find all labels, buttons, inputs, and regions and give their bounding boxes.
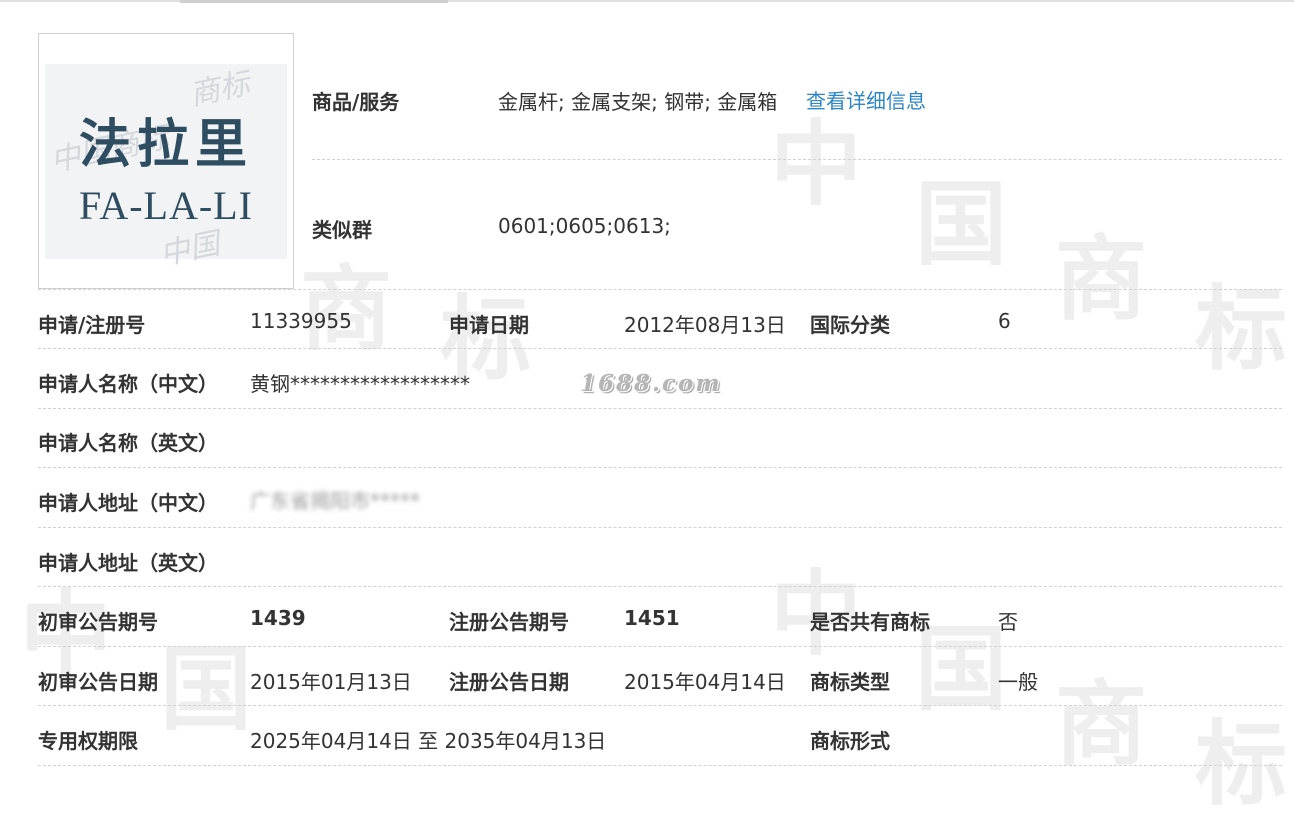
view-details-link[interactable]: 查看详细信息 [806, 85, 926, 114]
prelim-date-label: 初审公告日期 [38, 670, 158, 694]
reg-date-value: 2015年04月14日 [624, 670, 786, 694]
watermark-glyph: 商 [1055, 225, 1148, 333]
row-divider [38, 527, 1282, 528]
prelim-date-value: 2015年01月13日 [250, 670, 412, 694]
apply-date-value: 2012年08月13日 [624, 313, 786, 337]
watermark-glyph: 标 [1195, 710, 1288, 818]
goods-label: 商品/服务 [312, 90, 400, 114]
watermark-glyph: 商 [1055, 670, 1148, 778]
intl-class-label: 国际分类 [810, 313, 890, 337]
apply-date-label: 申请日期 [449, 313, 529, 337]
similar-group-value: 0601;0605;0613; [498, 214, 671, 238]
reg-issue-label: 注册公告期号 [449, 610, 569, 634]
trademark-text-en: FA-LA-LI [79, 183, 253, 228]
applicant-cn-label: 申请人名称（中文） [38, 372, 218, 396]
row-divider [38, 467, 1282, 468]
trademark-image[interactable]: 中国商标 中国 商标 法拉里 FA-LA-LI [38, 33, 294, 289]
intl-class-value: 6 [998, 309, 1011, 333]
shared-mark-value: 否 [998, 610, 1018, 634]
watermark-site: 1688.com [580, 370, 722, 397]
reg-date-label: 注册公告日期 [449, 670, 569, 694]
active-tab-indicator [180, 0, 448, 3]
watermark-glyph: 标 [1195, 275, 1288, 383]
address-en-label: 申请人地址（英文） [38, 551, 218, 575]
goods-value: 金属杆; 金属支架; 钢带; 金属箱 [498, 90, 778, 114]
watermark-glyph: 国 [915, 170, 1008, 278]
prelim-issue-value: 1439 [250, 606, 306, 630]
reg-no-value: 11339955 [250, 309, 352, 333]
applicant-cn-value: 黄钢****************** [250, 372, 470, 396]
reg-no-label: 申请/注册号 [38, 313, 146, 337]
similar-group-label: 类似群 [312, 218, 372, 242]
mark-type-label: 商标类型 [810, 670, 890, 694]
row-divider [38, 408, 1282, 409]
exclusive-period-label: 专用权期限 [38, 729, 138, 753]
row-divider [38, 646, 1282, 647]
row-divider [38, 348, 1282, 349]
mark-type-value: 一般 [998, 670, 1038, 694]
address-cn-value: 广东省揭阳市***** [250, 489, 420, 513]
applicant-en-label: 申请人名称（英文） [38, 431, 218, 455]
row-divider [38, 289, 1282, 290]
watermark-glyph: 国 [160, 635, 253, 743]
address-cn-label: 申请人地址（中文） [38, 491, 218, 515]
prelim-issue-label: 初审公告期号 [38, 610, 158, 634]
exclusive-period-value: 2025年04月14日 至 2035年04月13日 [250, 729, 607, 753]
trademark-text-cn: 法拉里 [78, 114, 253, 175]
row-divider [38, 765, 1282, 766]
row-divider [38, 586, 1282, 587]
shared-mark-label: 是否共有商标 [810, 610, 930, 634]
row-divider [38, 705, 1282, 706]
mark-form-label: 商标形式 [810, 729, 890, 753]
row-divider [312, 159, 1282, 160]
reg-issue-value: 1451 [624, 606, 680, 630]
